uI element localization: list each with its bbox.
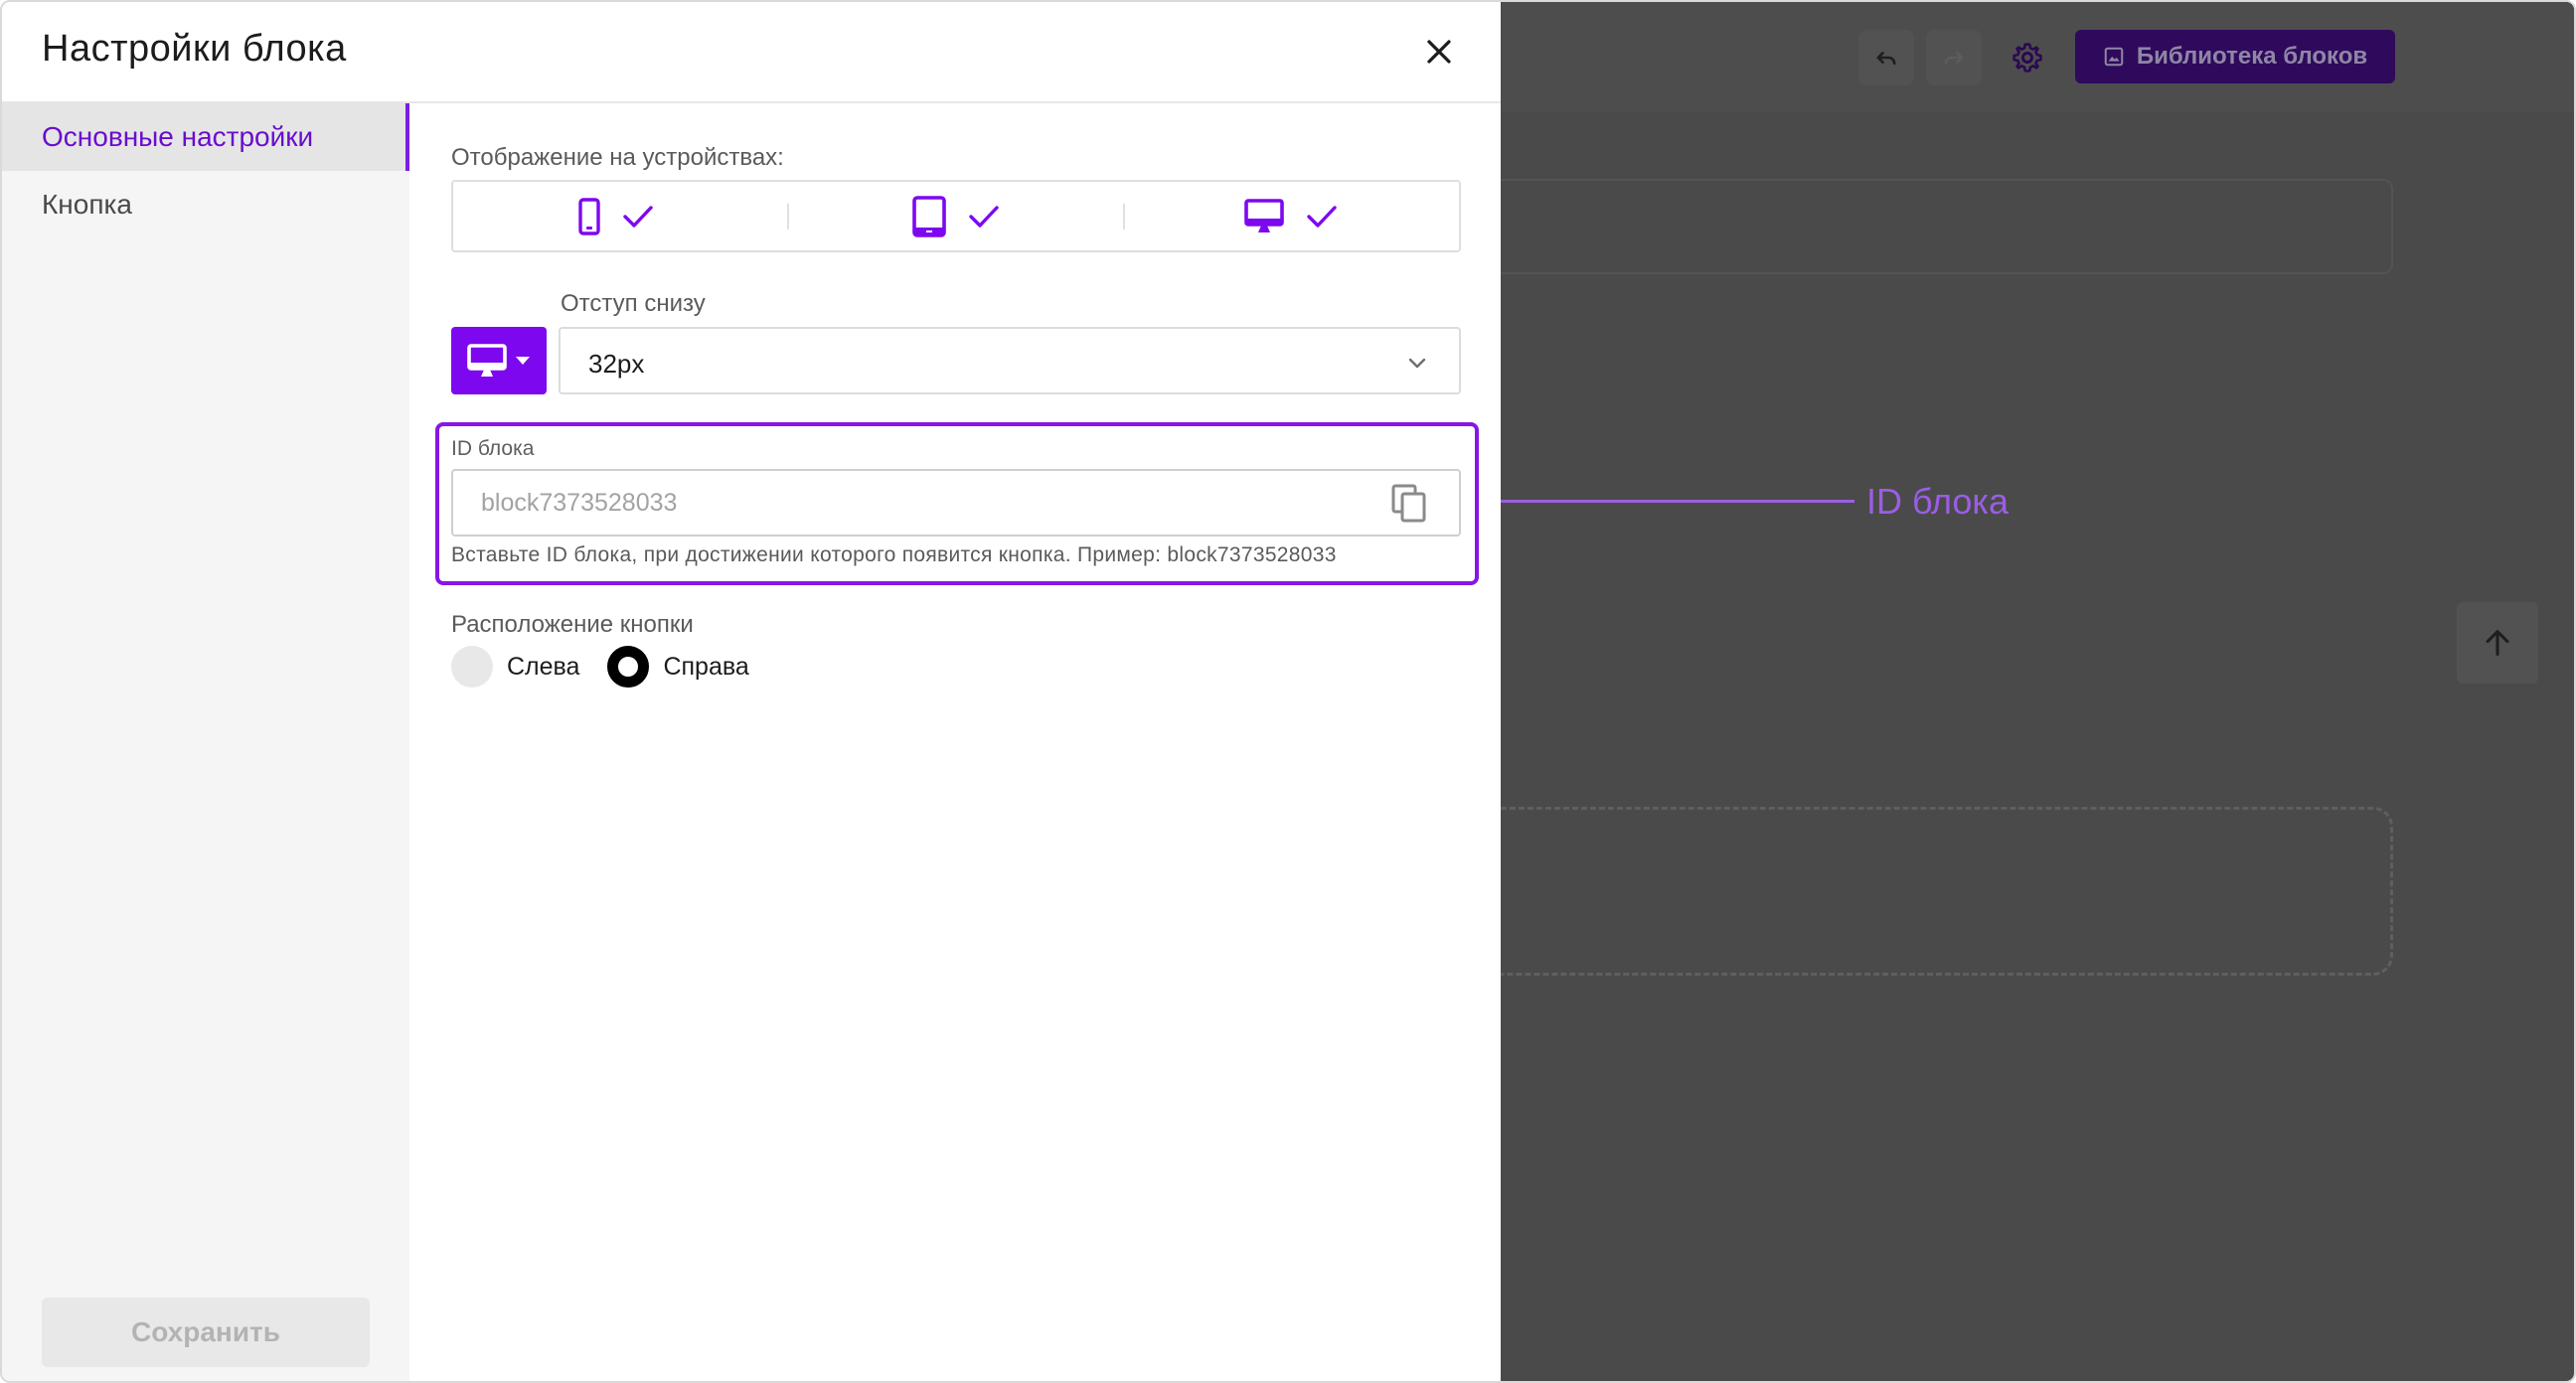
- caret-down-icon: [516, 357, 530, 365]
- radio-right[interactable]: [607, 646, 650, 688]
- block-id-hint: Вставьте ID блока, при достижении которо…: [451, 543, 1337, 566]
- device-toggle-mobile[interactable]: [578, 182, 654, 250]
- check-icon: [1307, 205, 1337, 228]
- radio-right-label: Справа: [663, 652, 749, 681]
- close-icon: [1427, 40, 1451, 64]
- copy-icon[interactable]: [1389, 483, 1429, 523]
- device-visibility-group: [451, 180, 1461, 252]
- sidebar-item-button[interactable]: Кнопка: [2, 171, 409, 238]
- sidebar-item-main-settings[interactable]: Основные настройки: [2, 103, 409, 171]
- block-id-label: ID блока: [451, 437, 535, 460]
- radio-left-label: Слева: [507, 652, 580, 681]
- redo-button[interactable]: [1926, 30, 1982, 85]
- device-toggle-tablet[interactable]: [912, 182, 1000, 250]
- settings-sidebar: Основные настройки Кнопка Сохранить: [2, 103, 409, 1381]
- redo-icon: [1944, 52, 1964, 66]
- devices-label: Отображение на устройствах:: [451, 144, 784, 171]
- scroll-top-button[interactable]: [2457, 602, 2538, 684]
- annotation-line: [1485, 500, 1854, 503]
- check-icon: [969, 205, 999, 228]
- close-button[interactable]: [1417, 30, 1461, 74]
- screen-frame: Библиотека блоков ID блока Настройки бло…: [0, 0, 2576, 1383]
- block-id-input[interactable]: [451, 469, 1461, 537]
- block-library-label: Библиотека блоков: [2136, 43, 2368, 70]
- editor-drop-zone: [1501, 807, 2393, 976]
- dialog-header: Настройки блока: [2, 2, 1501, 103]
- radio-left[interactable]: [451, 646, 493, 688]
- undo-button[interactable]: [1858, 30, 1914, 85]
- device-select-button[interactable]: [451, 327, 547, 394]
- arrow-up-icon: [2486, 630, 2509, 656]
- desktop-icon: [467, 344, 507, 377]
- gear-icon: [2012, 43, 2042, 73]
- sidebar-item-label: Кнопка: [42, 189, 132, 220]
- block-library-button[interactable]: Библиотека блоков: [2075, 30, 2395, 83]
- tablet-icon: [912, 195, 946, 237]
- undo-icon: [1876, 52, 1896, 66]
- image-icon: [2104, 47, 2124, 67]
- bottom-margin-value: 32px: [588, 349, 645, 379]
- dialog-title: Настройки блока: [42, 28, 347, 70]
- bottom-margin-label: Отступ снизу: [561, 290, 706, 317]
- settings-button[interactable]: [2000, 30, 2055, 85]
- annotation-label: ID блока: [1866, 481, 2009, 522]
- bottom-margin-select[interactable]: 32px: [559, 327, 1461, 394]
- device-divider: [1123, 204, 1125, 230]
- settings-content: Отображение на устройствах: Отступ снизу…: [409, 103, 1501, 1381]
- device-toggle-desktop[interactable]: [1244, 182, 1338, 250]
- mobile-icon: [578, 197, 600, 235]
- sidebar-item-label: Основные настройки: [42, 121, 314, 152]
- editor-background: Библиотека блоков: [1501, 2, 2574, 1381]
- check-icon: [623, 205, 653, 228]
- desktop-icon: [1244, 198, 1284, 232]
- button-position-radio-group: Слева Справа: [451, 646, 749, 688]
- chevron-down-icon: [1408, 358, 1426, 369]
- button-position-label: Расположение кнопки: [451, 611, 694, 638]
- editor-toolbar: Библиотека блоков: [1501, 2, 2574, 111]
- block-settings-dialog: Настройки блока Основные настройки Кнопк…: [2, 2, 1501, 1381]
- device-divider: [787, 204, 789, 230]
- editor-block-placeholder: [1501, 179, 2393, 274]
- save-button[interactable]: Сохранить: [42, 1298, 370, 1367]
